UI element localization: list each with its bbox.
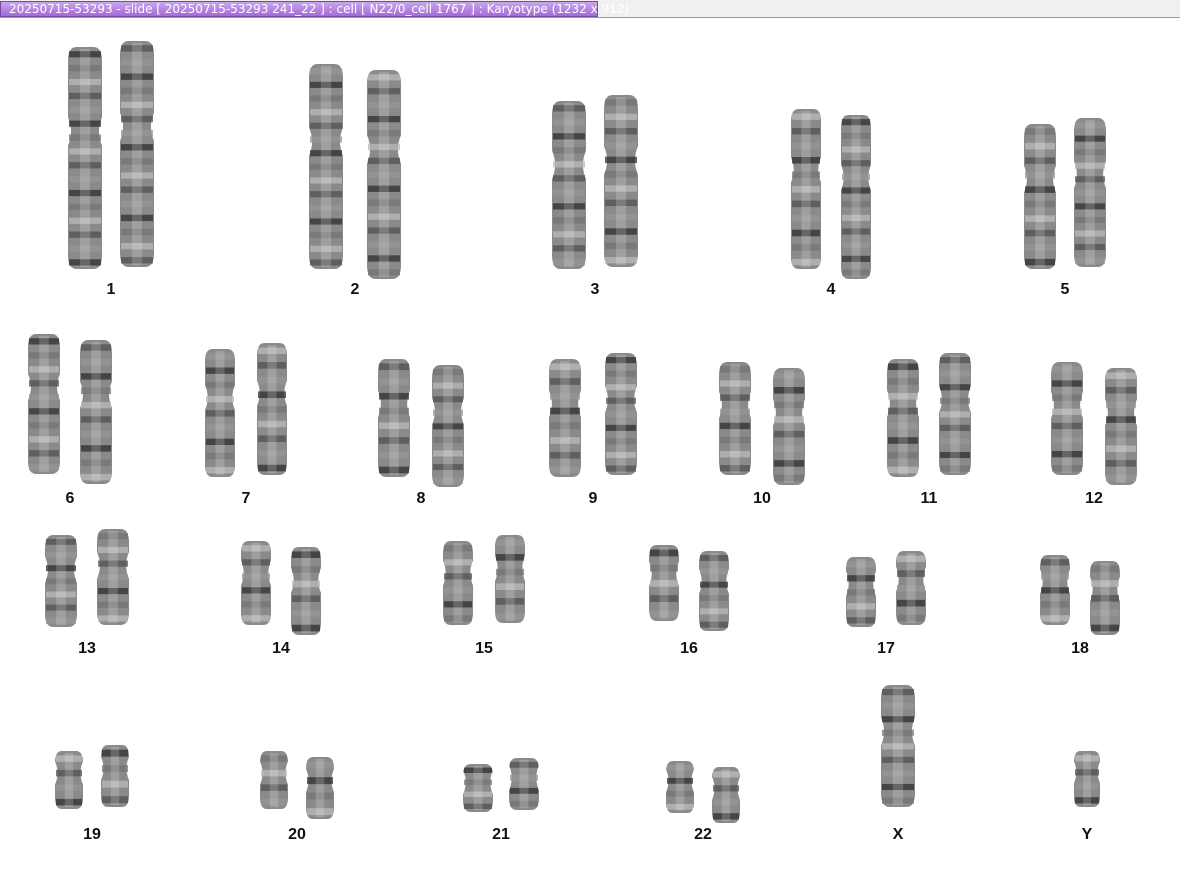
chromosome-10-label: 10 (753, 490, 771, 507)
chromosome-6-homolog-a[interactable] (28, 334, 60, 474)
chromosome-19-homolog-b[interactable] (101, 745, 129, 807)
chromosome-7-label: 7 (241, 490, 251, 507)
chromosome-17-homolog-b[interactable] (896, 551, 926, 625)
chromosome-13-homolog-a[interactable] (45, 535, 77, 627)
chromosome-3-label: 3 (590, 281, 600, 298)
chromosome-16-homolog-b[interactable] (699, 551, 729, 631)
chromosome-2-label: 2 (350, 281, 360, 298)
chromosome-15-label: 15 (475, 640, 493, 657)
chromosome-20-label: 20 (288, 826, 306, 843)
chromosome-20-homolog-a[interactable] (260, 751, 288, 809)
chromosome-13-homolog-b[interactable] (97, 529, 129, 625)
chromosome-3-homolog-b[interactable] (604, 95, 638, 267)
chromosome-12-label: 12 (1085, 490, 1103, 507)
chromosome-x[interactable] (881, 685, 915, 807)
chromosome-21-label: 21 (492, 826, 510, 843)
chromosome-16-label: 16 (680, 640, 698, 657)
chromosome-12-homolog-a[interactable] (1051, 362, 1083, 475)
chromosome-9-homolog-a[interactable] (549, 359, 581, 477)
chromosome-7-homolog-b[interactable] (257, 343, 287, 475)
chromosome-9-label: 9 (588, 490, 598, 507)
chromosome-20-homolog-b[interactable] (306, 757, 334, 819)
chromosome-21-homolog-b[interactable] (509, 758, 539, 810)
chromosome-12-homolog-b[interactable] (1105, 368, 1137, 485)
chromosome-10-homolog-a[interactable] (719, 362, 751, 475)
chromosome-2-homolog-a[interactable] (309, 64, 343, 269)
chromosome-18-homolog-b[interactable] (1090, 561, 1120, 635)
chromosome-8-homolog-a[interactable] (378, 359, 410, 477)
chromosome-8-homolog-b[interactable] (432, 365, 464, 487)
chromosome-7-homolog-a[interactable] (205, 349, 235, 477)
chromosome-4-homolog-b[interactable] (841, 115, 871, 279)
karyotype-canvas: 1 2 3 4 5 6 7 8 9 10 11 12 13 14 15 16 17 18 19 20 21 22 X Y (0, 19, 1180, 877)
window-titlebar: 20250715-53293 - slide [ 20250715-53293 … (0, 0, 1180, 18)
chromosome-4-homolog-a[interactable] (791, 109, 821, 269)
chromosome-18-homolog-a[interactable] (1040, 555, 1070, 625)
chromosome-11-homolog-b[interactable] (939, 353, 971, 475)
chromosome-1-homolog-a[interactable] (68, 47, 102, 269)
chromosome-5-homolog-b[interactable] (1074, 118, 1106, 267)
chromosome-16-homolog-a[interactable] (649, 545, 679, 621)
chromosome-1-homolog-b[interactable] (120, 41, 154, 267)
chromosome-y[interactable] (1074, 751, 1100, 807)
chromosome-22-label: 22 (694, 826, 712, 843)
chromosome-22-homolog-b[interactable] (712, 767, 740, 823)
chromosome-14-label: 14 (272, 640, 290, 657)
chromosome-3-homolog-a[interactable] (552, 101, 586, 269)
chromosome-5-label: 5 (1060, 281, 1070, 298)
chromosome-15-homolog-b[interactable] (495, 535, 525, 623)
chromosome-x-label: X (892, 826, 904, 843)
chromosome-17-label: 17 (877, 640, 895, 657)
chromosome-y-label: Y (1081, 826, 1093, 843)
chromosome-10-homolog-b[interactable] (773, 368, 805, 485)
chromosome-19-label: 19 (83, 826, 101, 843)
chromosome-1-label: 1 (106, 281, 116, 298)
chromosome-6-homolog-b[interactable] (80, 340, 112, 484)
chromosome-5-homolog-a[interactable] (1024, 124, 1056, 269)
chromosome-11-homolog-a[interactable] (887, 359, 919, 477)
chromosome-9-homolog-b[interactable] (605, 353, 637, 475)
chromosome-11-label: 11 (920, 490, 938, 507)
chromosome-4-label: 4 (826, 281, 836, 298)
chromosome-21-homolog-a[interactable] (463, 764, 493, 812)
chromosome-19-homolog-a[interactable] (55, 751, 83, 809)
chromosome-17-homolog-a[interactable] (846, 557, 876, 627)
chromosome-8-label: 8 (416, 490, 426, 507)
chromosome-14-homolog-a[interactable] (241, 541, 271, 625)
chromosome-22-homolog-a[interactable] (666, 761, 694, 813)
chromosome-6-label: 6 (65, 490, 75, 507)
chromosome-2-homolog-b[interactable] (367, 70, 401, 279)
chromosome-15-homolog-a[interactable] (443, 541, 473, 625)
window-title[interactable]: 20250715-53293 - slide [ 20250715-53293 … (0, 1, 629, 17)
chromosome-14-homolog-b[interactable] (291, 547, 321, 635)
chromosome-13-label: 13 (78, 640, 96, 657)
chromosome-18-label: 18 (1071, 640, 1089, 657)
